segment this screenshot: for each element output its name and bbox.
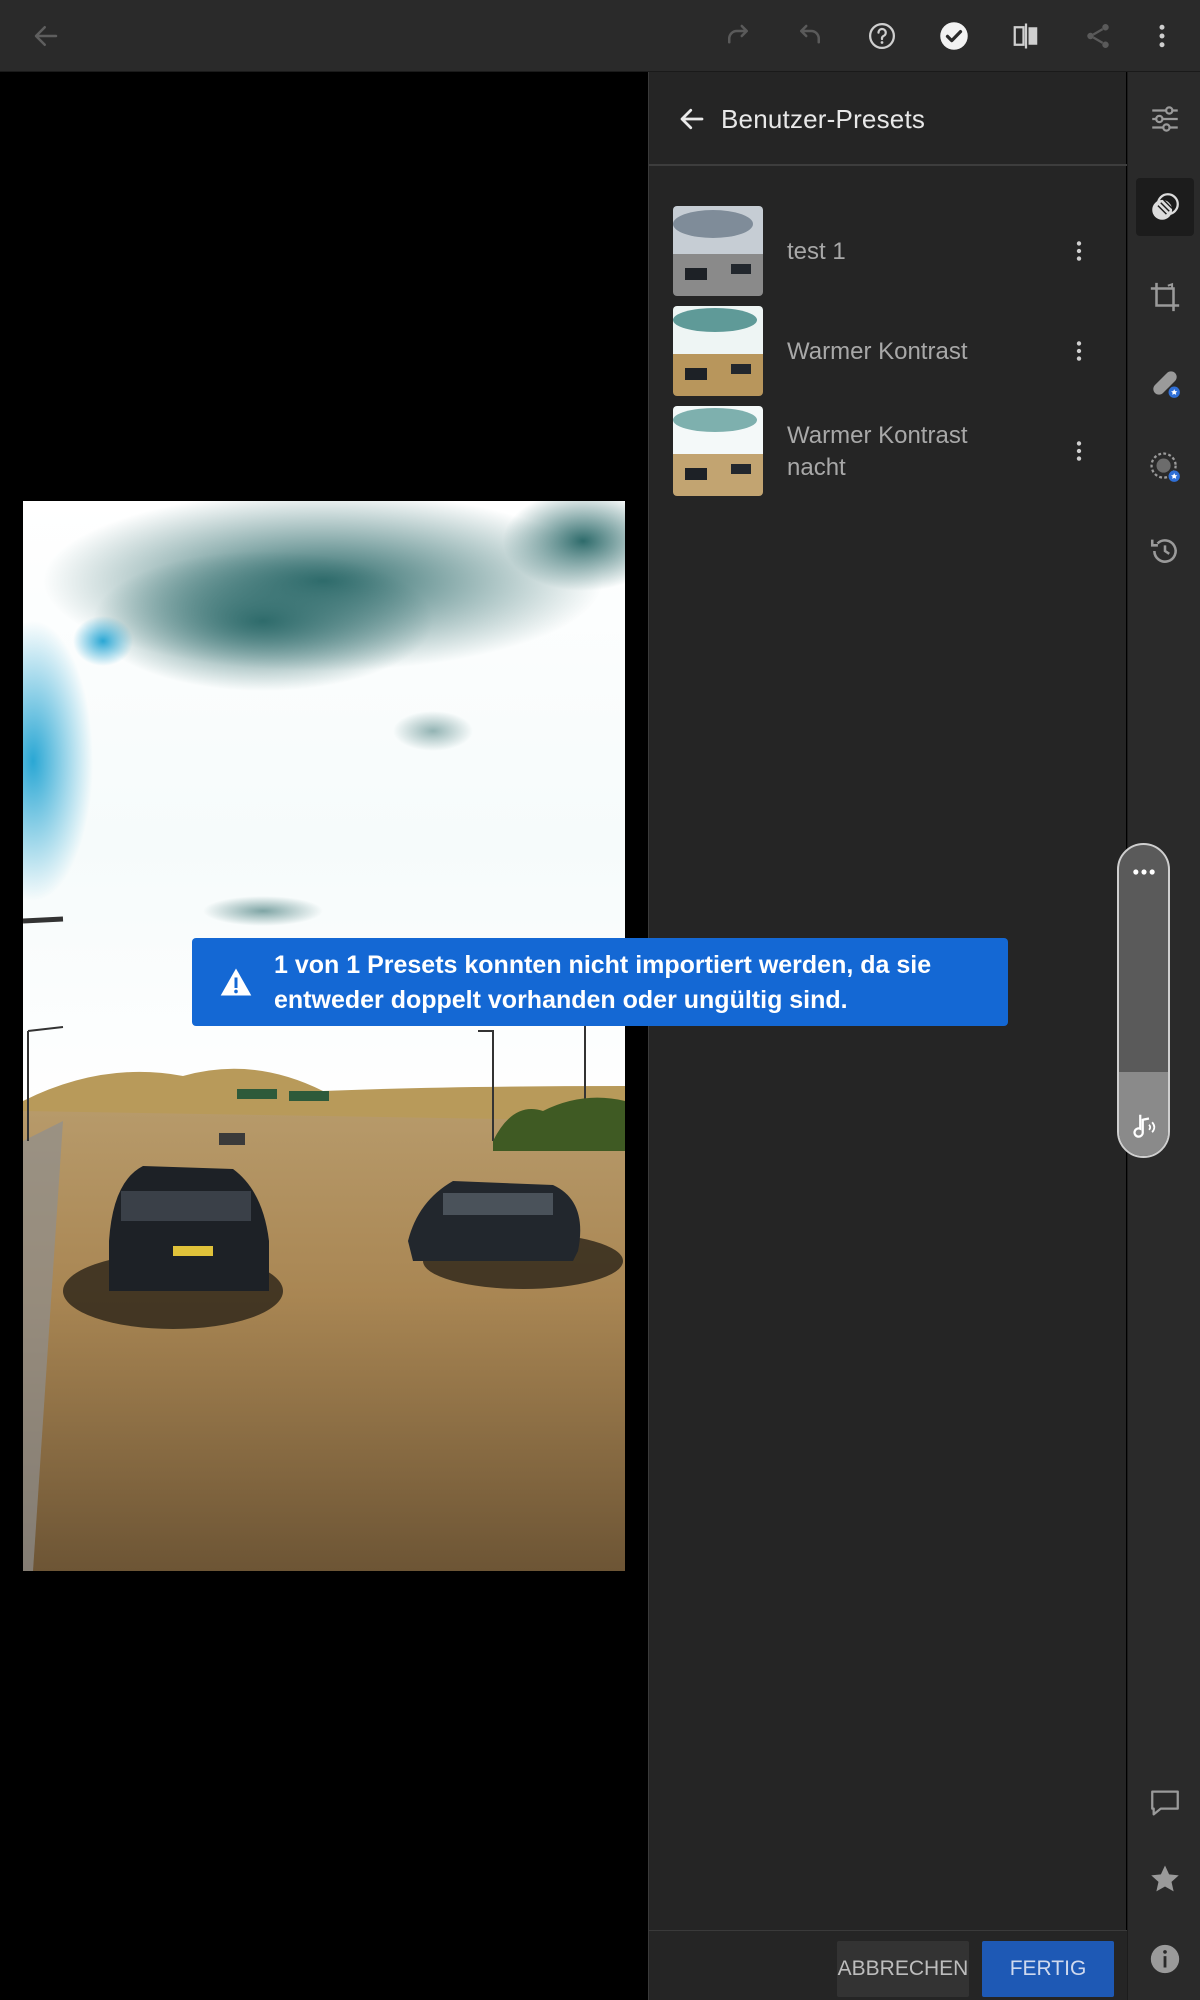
top-toolbar [0, 0, 1200, 72]
more-vertical-icon[interactable] [1055, 227, 1103, 275]
panel-back-arrow-icon[interactable] [671, 98, 713, 140]
comment-icon[interactable] [1136, 1774, 1194, 1832]
healing-icon[interactable] [1136, 354, 1194, 412]
panel-footer: ABBRECHEN FERTIG [649, 1930, 1127, 2000]
preset-item-test-1[interactable]: test 1 [673, 206, 1103, 298]
preset-name: Warmer Kontrast [787, 338, 968, 365]
star-icon[interactable] [1136, 1850, 1194, 1908]
toast-message: 1 von 1 Presets konnten nicht importiert… [274, 951, 932, 1014]
preset-name: test 1 [787, 238, 846, 265]
presets-panel: Benutzer-Presets test 1 Warmer Kontrast … [648, 72, 1127, 2000]
preset-item-warmer-kontrast-nacht[interactable]: Warmer Kontrast nacht [673, 406, 1103, 498]
preset-item-warmer-kontrast[interactable]: Warmer Kontrast [673, 306, 1103, 398]
done-button[interactable]: FERTIG [982, 1941, 1114, 1997]
undo-icon[interactable] [786, 12, 834, 60]
more-vertical-icon[interactable] [1055, 427, 1103, 475]
preset-thumbnail [673, 306, 763, 396]
photo-preview [23, 501, 625, 1571]
compare-icon[interactable] [1002, 12, 1050, 60]
panel-title: Benutzer-Presets [721, 104, 926, 134]
preset-thumbnail [673, 406, 763, 496]
sliders-icon[interactable] [1136, 90, 1194, 148]
info-icon[interactable] [1136, 1930, 1194, 1988]
preset-name: Warmer Kontrast nacht [787, 422, 968, 481]
masking-icon[interactable] [1136, 438, 1194, 496]
preset-thumbnail [673, 206, 763, 296]
cancel-button[interactable]: ABBRECHEN [837, 1941, 969, 1997]
image-canvas[interactable] [0, 72, 648, 2000]
more-horizontal-icon[interactable] [1119, 857, 1168, 887]
more-vertical-icon[interactable] [1138, 12, 1186, 60]
side-pill[interactable] [1117, 843, 1170, 1158]
crop-icon[interactable] [1136, 268, 1194, 326]
panel-header: Benutzer-Presets [649, 72, 1127, 166]
more-vertical-icon[interactable] [1055, 327, 1103, 375]
back-arrow-icon[interactable] [22, 12, 70, 60]
history-icon[interactable] [1136, 522, 1194, 580]
warning-icon [220, 968, 252, 996]
redo-icon[interactable] [714, 12, 762, 60]
error-toast: 1 von 1 Presets konnten nicht importiert… [192, 938, 1008, 1026]
checkmark-icon[interactable] [930, 12, 978, 60]
share-icon[interactable] [1074, 12, 1122, 60]
sound-icon[interactable] [1119, 1106, 1168, 1146]
presets-icon[interactable] [1136, 178, 1194, 236]
help-icon[interactable] [858, 12, 906, 60]
